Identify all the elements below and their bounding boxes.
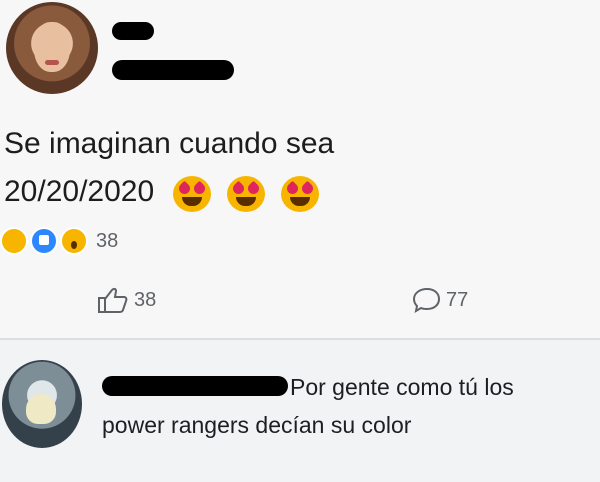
heart-eyes-emoji-row — [172, 169, 328, 217]
thumbs-up-icon — [98, 287, 128, 313]
speech-bubble-icon — [412, 287, 441, 314]
like-button[interactable]: 38 — [96, 286, 156, 314]
haha-icon — [0, 227, 28, 255]
redacted-author-name — [112, 22, 154, 40]
comment-button[interactable]: 77 — [412, 286, 468, 314]
post-actions: 38 77 — [0, 280, 600, 324]
author-avatar[interactable] — [6, 2, 98, 94]
post-text-line2-wrap: 20/20/2020 — [4, 168, 524, 217]
post-text-line1: Se imaginan cuando sea — [4, 127, 335, 160]
comment-text-line2: power rangers decían su color — [102, 412, 412, 438]
like-count: 38 — [134, 288, 157, 311]
reaction-count: 38 — [96, 229, 119, 252]
post-text-line2: 20/20/2020 — [4, 175, 155, 208]
comment-count: 77 — [446, 288, 469, 311]
commenter-avatar[interactable] — [2, 360, 82, 448]
post-text: Se imaginan cuando sea 20/20/2020 — [4, 120, 524, 217]
reactions-summary[interactable]: 38 — [0, 226, 118, 256]
post-card: Se imaginan cuando sea 20/20/2020 38 38 — [0, 0, 600, 340]
redacted-author-handle — [112, 60, 234, 80]
heart-eyes-emoji — [281, 176, 320, 213]
like-icon — [30, 227, 58, 255]
heart-eyes-emoji — [226, 176, 265, 213]
avatar-figure — [26, 394, 56, 424]
avatar-lips — [45, 60, 59, 65]
wow-icon — [60, 227, 88, 255]
comment-text: Por gente como tú los power rangers decí… — [102, 368, 582, 444]
comment-text-line1: Por gente como tú los — [290, 374, 514, 400]
heart-eyes-emoji — [172, 176, 211, 213]
divider — [0, 338, 600, 340]
